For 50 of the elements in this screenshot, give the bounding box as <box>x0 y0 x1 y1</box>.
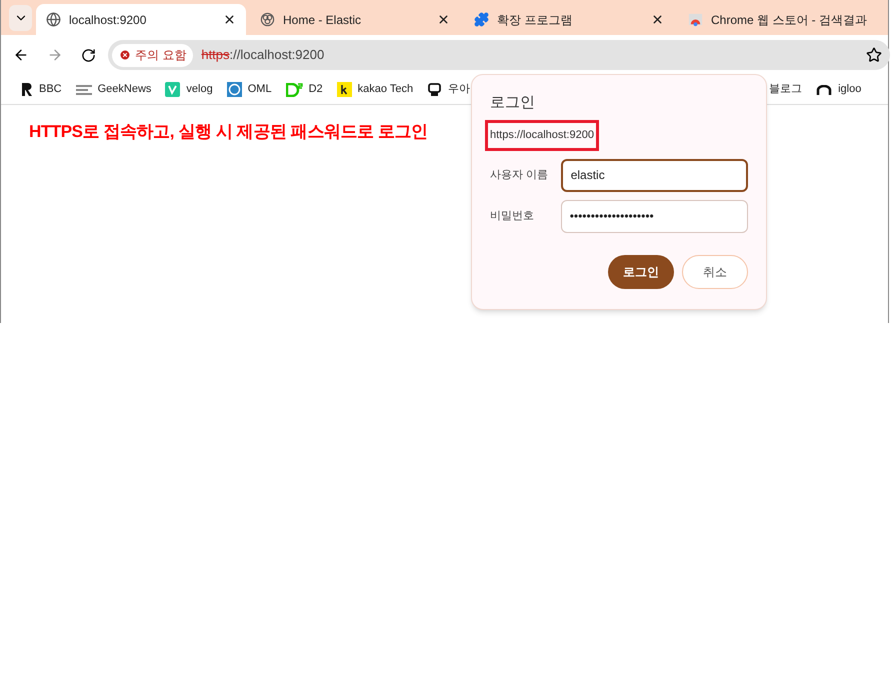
tab-title: 확장 프로그램 <box>497 12 574 28</box>
bookmark-icon <box>165 82 180 97</box>
browser-tab[interactable]: localhost:9200 <box>36 4 246 35</box>
warning-icon <box>119 49 131 61</box>
bookmark-icon <box>76 84 92 96</box>
store-icon <box>688 12 703 27</box>
forward-icon[interactable] <box>47 47 63 63</box>
bookmark[interactable]: 블로그 <box>769 81 802 98</box>
bookmark-icon <box>816 84 832 94</box>
close-icon[interactable] <box>437 13 450 26</box>
dialog-title: 로그인 <box>490 95 536 110</box>
text-field[interactable]: •••••••••••••••••••• <box>560 200 748 232</box>
bookmark[interactable]: OML <box>226 81 272 98</box>
globe-icon <box>46 12 61 27</box>
browser-tab[interactable]: 확장 프로그램 <box>464 4 674 35</box>
cancel-button[interactable]: 취소 <box>682 254 748 288</box>
security-chip[interactable]: 주의 요함 <box>112 44 194 66</box>
reload-icon[interactable] <box>81 48 96 62</box>
bookmark[interactable]: 우아 <box>427 81 470 98</box>
bookmark-star-icon[interactable] <box>866 47 882 63</box>
back-icon[interactable] <box>13 47 29 63</box>
login-button[interactable]: 로그인 <box>608 254 674 288</box>
tab-title: localhost:9200 <box>69 12 148 28</box>
bookmark[interactable]: BBC <box>21 81 62 98</box>
bookmark-icon <box>336 82 352 97</box>
tab-title: Chrome 웹 스토어 - 검색결과 <box>711 12 868 28</box>
url-text[interactable]: https://localhost:9200 <box>201 45 324 65</box>
bookmark[interactable]: velog <box>165 81 213 98</box>
bookmark[interactable]: D2 <box>286 81 323 98</box>
address-bar[interactable]: 주의 요함 https://localhost:9200 <box>108 40 890 70</box>
origin-text: https://localhost:9200 <box>485 120 599 150</box>
bookmark[interactable]: igloo <box>816 81 862 98</box>
text-field[interactable]: elastic <box>560 158 748 192</box>
bookmark-icon <box>226 82 242 97</box>
close-icon[interactable] <box>651 13 664 26</box>
puzzle-icon <box>474 12 489 27</box>
flower-icon <box>260 12 275 27</box>
bookmark-icon <box>21 82 33 97</box>
bookmark[interactable]: GeekNews <box>76 81 152 98</box>
bookmark[interactable]: kakao Tech <box>336 81 414 98</box>
close-icon[interactable] <box>223 13 236 26</box>
bookmark-icon <box>427 82 442 97</box>
browser-tab[interactable]: Chrome 웹 스토어 - 검색결과 <box>678 4 888 35</box>
tab-search-button[interactable] <box>9 5 32 31</box>
bookmark-icon <box>286 82 303 96</box>
browser-tab[interactable]: Home - Elastic <box>250 4 460 35</box>
annotation-text: HTTPS로 접속하고, 실행 시 제공된 패스워드로 로그인 <box>29 121 428 143</box>
field-label: 비밀번호 <box>490 208 535 224</box>
field-label: 사용자 이름 <box>490 168 550 183</box>
tab-title: Home - Elastic <box>283 12 362 28</box>
